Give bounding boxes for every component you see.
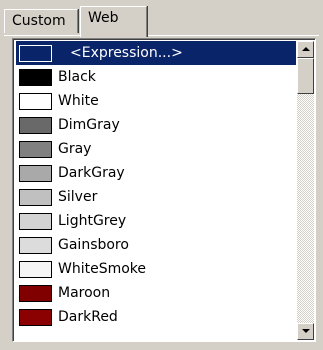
scroll-down-button[interactable] bbox=[297, 323, 314, 340]
list-item-gray[interactable]: Gray bbox=[16, 137, 296, 161]
color-items: <Expression...> Black White DimGray Gray bbox=[16, 41, 296, 329]
list-item-label: WhiteSmoke bbox=[58, 261, 147, 277]
list-item-dimgray[interactable]: DimGray bbox=[16, 113, 296, 137]
list-item-label: Gainsboro bbox=[58, 237, 129, 253]
color-swatch bbox=[19, 116, 52, 134]
list-item-gainsboro[interactable]: Gainsboro bbox=[16, 233, 296, 257]
list-item-whitesmoke[interactable]: WhiteSmoke bbox=[16, 257, 296, 281]
vertical-scrollbar[interactable] bbox=[297, 41, 314, 340]
scroll-up-arrow-icon bbox=[302, 47, 310, 51]
list-item-darkgray[interactable]: DarkGray bbox=[16, 161, 296, 185]
list-item-silver[interactable]: Silver bbox=[16, 185, 296, 209]
list-item-label: LightGrey bbox=[58, 213, 127, 229]
list-item-label: Maroon bbox=[58, 285, 111, 301]
tab-web-label: Web bbox=[88, 10, 119, 26]
list-item-maroon[interactable]: Maroon bbox=[16, 281, 296, 305]
list-item-label: DimGray bbox=[58, 117, 120, 133]
color-swatch bbox=[19, 188, 52, 206]
color-swatch bbox=[19, 164, 52, 182]
list-item-label: Black bbox=[58, 69, 96, 85]
color-swatch bbox=[19, 308, 52, 326]
list-frame: <Expression...> Black White DimGray Gray bbox=[13, 39, 315, 341]
list-item-label: Silver bbox=[58, 189, 98, 205]
scroll-down-arrow-icon bbox=[302, 329, 310, 333]
list-item-lightgrey[interactable]: LightGrey bbox=[16, 209, 296, 233]
color-swatch bbox=[19, 236, 52, 254]
color-swatch bbox=[19, 140, 52, 158]
list-item-white[interactable]: White bbox=[16, 89, 296, 113]
color-picker-panel: Custom Web <Expression...> Black White D… bbox=[0, 0, 323, 350]
list-item-label: White bbox=[58, 93, 99, 109]
scrollbar-thumb[interactable] bbox=[297, 58, 314, 94]
list-item-label: DarkRed bbox=[58, 309, 118, 325]
color-swatch bbox=[19, 212, 52, 230]
tab-web[interactable]: Web bbox=[80, 6, 147, 37]
list-item-expression[interactable]: <Expression...> bbox=[16, 41, 296, 65]
tab-divider bbox=[4, 35, 319, 36]
scroll-up-button[interactable] bbox=[297, 41, 314, 58]
color-swatch bbox=[19, 260, 52, 278]
color-swatch bbox=[19, 44, 52, 62]
list-item-black[interactable]: Black bbox=[16, 65, 296, 89]
list-item-label: <Expression...> bbox=[70, 45, 183, 61]
web-color-list[interactable]: <Expression...> Black White DimGray Gray bbox=[12, 38, 316, 342]
tab-custom-label: Custom bbox=[12, 13, 66, 29]
tab-custom[interactable]: Custom bbox=[4, 9, 78, 33]
color-swatch bbox=[19, 284, 52, 302]
color-swatch bbox=[19, 92, 52, 110]
list-item-label: Gray bbox=[58, 141, 92, 157]
list-item-label: DarkGray bbox=[58, 165, 125, 181]
list-item-darkred[interactable]: DarkRed bbox=[16, 305, 296, 329]
color-swatch bbox=[19, 68, 52, 86]
tab-strip: Custom Web bbox=[4, 5, 319, 37]
